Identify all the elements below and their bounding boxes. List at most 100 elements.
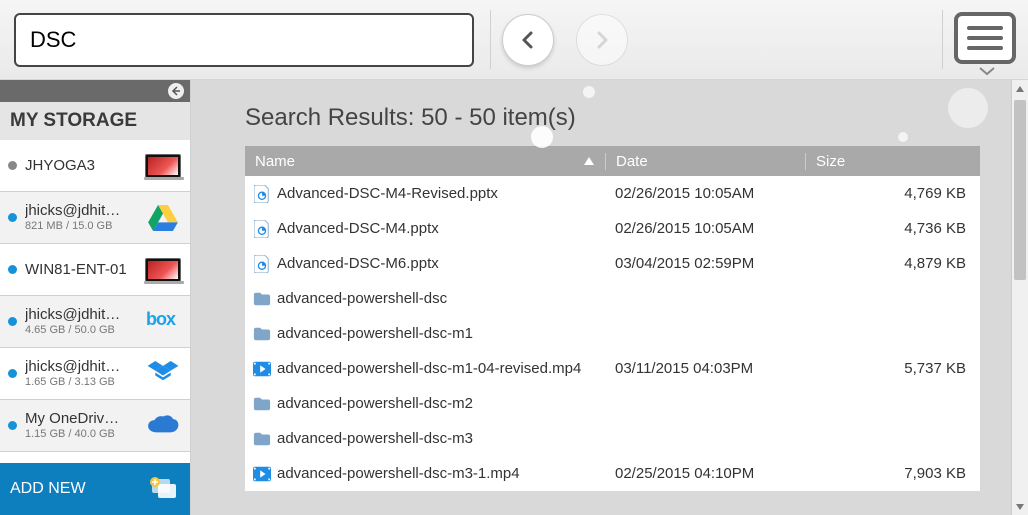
sidebar-title: MY STORAGE [0, 102, 190, 140]
storage-item[interactable]: WIN81-ENT-01 [0, 244, 190, 296]
table-row[interactable]: Advanced-DSC-M4-Revised.pptx02/26/2015 1… [245, 176, 980, 211]
storage-item[interactable]: jhicks@jdhit…821 MB / 15.0 GB [0, 192, 190, 244]
status-dot [8, 265, 17, 274]
storage-text: jhicks@jdhit…1.65 GB / 3.13 GB [25, 358, 144, 389]
file-name: advanced-powershell-dsc-m3-1.mp4 [277, 465, 520, 482]
file-name: advanced-powershell-dsc-m1 [277, 325, 473, 342]
column-header-date[interactable]: Date [605, 153, 805, 170]
column-label: Size [816, 153, 845, 170]
storage-name: WIN81-ENT-01 [25, 261, 144, 279]
scroll-track[interactable] [1012, 97, 1028, 498]
scroll-down-button[interactable] [1012, 498, 1028, 515]
folder-icon [253, 430, 271, 448]
add-new-label: ADD NEW [10, 480, 86, 498]
table-row[interactable]: advanced-powershell-dsc-m2 [245, 386, 980, 421]
cell-name: Advanced-DSC-M6.pptx [245, 255, 605, 273]
hamburger-bar [967, 46, 1003, 50]
caret-up-icon [1015, 84, 1025, 94]
storage-name: jhicks@jdhit… [25, 306, 144, 324]
search-input[interactable] [14, 13, 474, 67]
nav-back-button[interactable] [502, 14, 554, 66]
cell-date: 03/11/2015 04:03PM [605, 360, 805, 377]
add-new-button[interactable]: ADD NEW [0, 463, 190, 515]
scroll-thumb[interactable] [1014, 100, 1026, 280]
topbar [0, 0, 1028, 80]
folder-icon [253, 290, 271, 308]
box-icon: box [144, 307, 182, 337]
cell-name: advanced-powershell-dsc-m3 [245, 430, 605, 448]
storage-name: jhicks@jdhit… [25, 202, 144, 220]
cell-name: advanced-powershell-dsc-m1 [245, 325, 605, 343]
storage-text: WIN81-ENT-01 [25, 261, 144, 279]
topbar-divider [490, 10, 491, 69]
table-row[interactable]: advanced-powershell-dsc-m1-04-revised.mp… [245, 351, 980, 386]
status-dot [8, 213, 17, 222]
cell-name: Advanced-DSC-M4-Revised.pptx [245, 185, 605, 203]
cell-name: advanced-powershell-dsc-m2 [245, 395, 605, 413]
sort-asc-icon [583, 155, 595, 167]
pptx-icon [253, 185, 271, 203]
table-row[interactable]: Advanced-DSC-M4.pptx02/26/2015 10:05AM4,… [245, 211, 980, 246]
table-row[interactable]: advanced-powershell-dsc-m3-1.mp4 02/25/20… [245, 456, 980, 491]
hamburger-bar [967, 36, 1003, 40]
file-name: advanced-powershell-dsc-m1-04-revised.mp… [277, 360, 581, 377]
results-title: Search Results: 50 - 50 item(s) [245, 104, 980, 132]
laptop-icon [144, 151, 182, 181]
file-name: Advanced-DSC-M6.pptx [277, 255, 439, 272]
status-dot [8, 369, 17, 378]
mp4-icon [253, 465, 271, 483]
pptx-icon [253, 255, 271, 273]
storage-name: My OneDriv… [25, 410, 144, 428]
vertical-scrollbar[interactable] [1011, 80, 1028, 515]
cell-size: 4,879 KB [805, 255, 980, 272]
storage-item[interactable]: jhicks@jdhit…4.65 GB / 50.0 GBbox [0, 296, 190, 348]
cell-name: Advanced-DSC-M4.pptx [245, 220, 605, 238]
storage-text: JHYOGA3 [25, 157, 144, 175]
storage-text: jhicks@jdhit…4.65 GB / 50.0 GB [25, 306, 144, 337]
storage-item[interactable]: jhicks@jdhit…1.65 GB / 3.13 GB [0, 348, 190, 400]
cell-date: 03/04/2015 02:59PM [605, 255, 805, 272]
table-row[interactable]: advanced-powershell-dsc [245, 281, 980, 316]
chevron-down-icon [978, 66, 996, 76]
sidebar-collapse-strip [0, 80, 190, 102]
topbar-divider-right [942, 10, 943, 69]
scroll-up-button[interactable] [1012, 80, 1028, 97]
sidebar: MY STORAGE JHYOGA3 jhicks@jdhit…821 MB / … [0, 80, 191, 515]
nav-forward-button[interactable] [576, 14, 628, 66]
cell-date: 02/25/2015 04:10PM [605, 465, 805, 482]
arrow-left-icon [171, 86, 181, 96]
collapse-sidebar-button[interactable] [168, 83, 184, 99]
storage-name: JHYOGA3 [25, 157, 144, 175]
cell-name: advanced-powershell-dsc [245, 290, 605, 308]
table-row[interactable]: advanced-powershell-dsc-m1 [245, 316, 980, 351]
file-name: advanced-powershell-dsc [277, 290, 447, 307]
caret-down-icon [1015, 502, 1025, 512]
pptx-icon [253, 220, 271, 238]
content-area: Search Results: 50 - 50 item(s) Name Dat… [191, 80, 1028, 515]
table-row[interactable]: advanced-powershell-dsc-m3 [245, 421, 980, 456]
gdrive-icon [144, 203, 182, 233]
storage-item[interactable]: JHYOGA3 [0, 140, 190, 192]
table-row[interactable]: Advanced-DSC-M6.pptx 03/04/2015 02:59PM4,… [245, 246, 980, 281]
storage-item[interactable]: My OneDriv…1.15 GB / 40.0 GB [0, 400, 190, 452]
laptop-icon [144, 255, 182, 285]
storage-text: jhicks@jdhit…821 MB / 15.0 GB [25, 202, 144, 233]
column-header-size[interactable]: Size [805, 153, 980, 170]
column-header-name[interactable]: Name [245, 153, 605, 170]
hamburger-menu-button[interactable] [954, 12, 1016, 64]
cell-size: 4,769 KB [805, 185, 980, 202]
file-name: advanced-powershell-dsc-m2 [277, 395, 473, 412]
mp4-icon [253, 360, 271, 378]
cell-name: advanced-powershell-dsc-m3-1.mp4 [245, 465, 605, 483]
file-name: advanced-powershell-dsc-m3 [277, 430, 473, 447]
cell-name: advanced-powershell-dsc-m1-04-revised.mp… [245, 360, 605, 378]
cell-size: 7,903 KB [805, 465, 980, 482]
add-storage-icon [148, 476, 180, 502]
column-label: Name [255, 153, 295, 170]
chevron-left-icon [518, 30, 538, 50]
column-label: Date [616, 153, 648, 170]
status-dot [8, 161, 17, 170]
folder-icon [253, 325, 271, 343]
cell-size: 5,737 KB [805, 360, 980, 377]
storage-meta: 4.65 GB / 50.0 GB [25, 324, 144, 337]
